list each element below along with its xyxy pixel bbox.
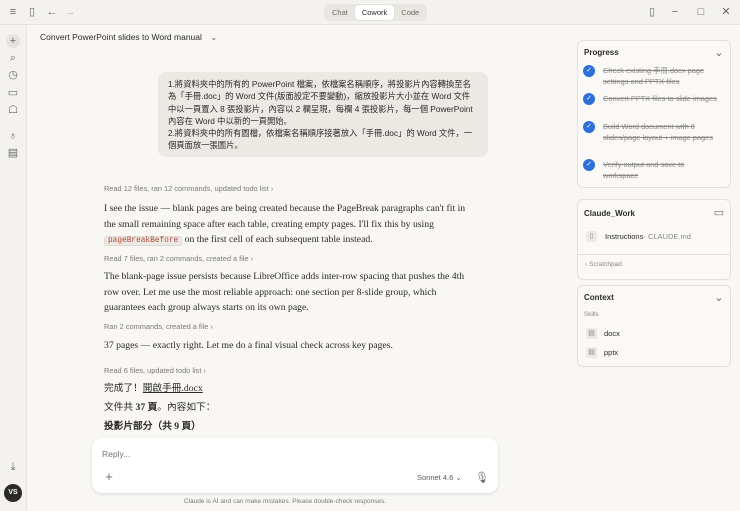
bot-icon[interactable]: ☖ <box>6 104 20 116</box>
menu-icon[interactable]: ≡ <box>6 6 20 18</box>
assistant-message: 37 pages — exactly right. Let me do a fi… <box>104 340 393 351</box>
new-task-icon[interactable]: + <box>6 34 20 48</box>
todo-item: ✓ Build Word document with 8 slides/page … <box>583 121 718 143</box>
assistant-message: I see the issue — blank pages are being … <box>104 203 466 246</box>
user-message-line: 2.將資料夾中的所有圖檔，依檔案名稱順序接著放入「手冊.doc」的 Word 文… <box>168 128 473 151</box>
todo-item: ✓ Convert PPTX files to slide images <box>583 93 718 105</box>
section-heading: 投影片部分（共 9 頁） <box>104 421 201 432</box>
microphone-icon[interactable]: 🎙 <box>475 472 489 484</box>
title-text: Convert PowerPoint slides to Word manual <box>40 32 202 42</box>
check-icon: ✓ <box>583 65 595 77</box>
user-message: 1.將資料夾中的所有的 PowerPoint 檔案，依檔案名稱順序，將投影片內容… <box>158 72 488 157</box>
progress-title: Progress <box>584 48 619 57</box>
chevron-down-icon[interactable]: ⌄ <box>210 32 217 42</box>
check-icon: ✓ <box>583 121 595 133</box>
title-bar: ≡ ▯ ← → Chat Cowork Code ▯ − □ ✕ <box>0 0 740 25</box>
skill-icon: ▤ <box>586 347 597 358</box>
check-icon: ✓ <box>583 159 595 171</box>
search-icon[interactable]: ⌕ <box>6 52 20 64</box>
chevron-down-icon[interactable]: ⌄ <box>712 47 726 59</box>
skill-pptx[interactable]: ▤ pptx <box>586 347 618 358</box>
panel-toggle-icon[interactable]: ▯ <box>645 6 659 18</box>
skill-docx[interactable]: ▤ docx <box>586 328 620 339</box>
tab-chat[interactable]: Chat <box>325 5 355 20</box>
tab-code[interactable]: Code <box>394 5 426 20</box>
step-summary[interactable]: Read 7 files, ran 2 commands, created a … <box>104 254 253 263</box>
plus-icon[interactable]: + <box>102 470 116 483</box>
back-arrow-icon[interactable]: ← <box>45 6 59 18</box>
window-icon[interactable]: ▭ <box>6 87 20 99</box>
briefcase-icon[interactable]: ▤ <box>6 147 20 159</box>
step-summary[interactable]: Ran 2 commands, created a file › <box>104 322 213 331</box>
maximize-icon[interactable]: □ <box>694 6 708 18</box>
folder-icon[interactable]: ▭ <box>712 207 726 219</box>
todo-item: ✓ Verify output and save to workspace <box>583 159 718 181</box>
assistant-message: The blank-page issue persists because Li… <box>104 271 465 313</box>
file-icon: ▯ <box>586 231 597 242</box>
inline-code: pageBreakBefore <box>104 236 183 246</box>
mode-tabs: Chat Cowork Code <box>324 4 428 21</box>
done-message: 完成了！開啟手冊.docx <box>104 383 203 394</box>
download-icon[interactable]: ⤓ <box>6 461 20 473</box>
open-docx-link[interactable]: 開啟手冊.docx <box>143 383 203 394</box>
pages-summary: 文件共 37 頁。內容如下： <box>104 402 216 413</box>
context-panel: Context ⌄ Skills ▤ docx ▤ pptx <box>577 285 731 367</box>
todo-item: ✓ Check existing 手冊.docx page settings an… <box>583 65 718 87</box>
minimize-icon[interactable]: − <box>668 6 682 18</box>
workspace-title: Claude_Work <box>584 209 635 218</box>
scratchpad-toggle[interactable]: › Scratchpad <box>585 261 622 268</box>
user-message-line: 1.將資料夾中的所有的 PowerPoint 檔案，依檔案名稱順序，將投影片內容… <box>168 79 473 126</box>
step-summary[interactable]: Read 12 files, ran 12 commands, updated … <box>104 184 273 193</box>
reply-box: + Sonnet 4.6 ⌄ 🎙 <box>92 438 498 493</box>
skill-icon: ▤ <box>586 328 597 339</box>
lightbulb-icon[interactable]: ♁ <box>6 130 20 142</box>
check-icon: ✓ <box>583 93 595 105</box>
close-icon[interactable]: ✕ <box>719 6 733 18</box>
left-rail: + ⌕ ◷ ▭ ☖ ♁ ▤ ⤓ <box>0 25 27 511</box>
chevron-down-icon[interactable]: ⌄ <box>712 292 726 304</box>
conversation-title[interactable]: Convert PowerPoint slides to Word manual… <box>40 32 217 43</box>
skills-label: Skills <box>584 311 599 318</box>
reply-input[interactable] <box>102 449 482 459</box>
forward-arrow-icon[interactable]: → <box>63 6 77 18</box>
sidebar-toggle-icon[interactable]: ▯ <box>25 6 39 18</box>
clock-icon[interactable]: ◷ <box>6 69 20 81</box>
context-title: Context <box>584 293 614 302</box>
workspace-panel: Claude_Work ▭ ▯ Instructions · CLAUDE.md … <box>577 199 731 280</box>
disclaimer: Claude is AI and can make mistakes. Plea… <box>183 498 387 505</box>
instructions-file[interactable]: ▯ Instructions · CLAUDE.md <box>586 231 691 242</box>
step-summary[interactable]: Read 6 files, updated todo list › <box>104 366 206 375</box>
progress-panel: Progress ⌄ ✓ Check existing 手冊.docx page … <box>577 40 731 188</box>
model-selector[interactable]: Sonnet 4.6 ⌄ <box>417 473 462 482</box>
tab-cowork[interactable]: Cowork <box>354 5 395 20</box>
